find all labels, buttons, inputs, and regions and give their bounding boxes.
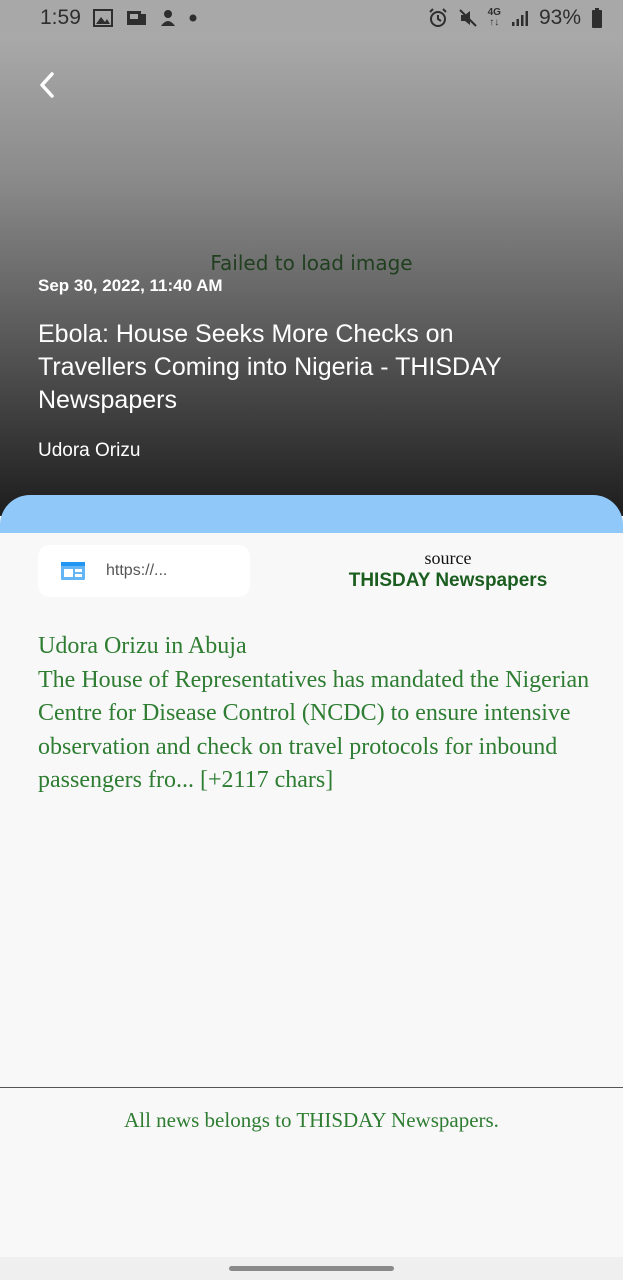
article-author: Udora Orizu: [38, 440, 141, 461]
device-icon: [125, 8, 147, 28]
attribution-note: All news belongs to THISDAY Newspapers.: [124, 1108, 499, 1132]
chevron-left-icon: [40, 72, 54, 98]
status-time: 1:59: [40, 6, 81, 29]
article-sheet: https://... source THISDAY Newspapers Ud…: [0, 533, 623, 1257]
article-paragraph: Udora Orizu in Abuja: [38, 633, 247, 659]
back-button[interactable]: [30, 68, 64, 102]
image-error-text: Failed to load image: [210, 251, 413, 275]
web-page-icon: [61, 562, 85, 580]
more-notifications-dot-icon: [189, 14, 197, 22]
source-name: THISDAY Newspapers: [348, 570, 548, 591]
article-date: Sep 30, 2022, 11:40 AM: [38, 276, 223, 295]
home-indicator[interactable]: [229, 1266, 394, 1271]
battery-icon: [591, 8, 603, 28]
article-title: Ebola: House Seeks More Checks on Travel…: [38, 320, 502, 414]
mute-icon: [458, 8, 478, 28]
signal-icon: [511, 9, 529, 27]
network-type-icon: 4G ↑↓: [487, 7, 501, 28]
open-url-button[interactable]: https://...: [38, 545, 250, 597]
app-icon: [159, 8, 177, 28]
system-nav-bar: [0, 1257, 623, 1280]
source-label: source: [424, 548, 472, 568]
battery-percent: 93%: [538, 6, 581, 29]
alarm-icon: [428, 8, 448, 28]
hero-header: Failed to load image Sep 30, 2022, 11:40…: [0, 36, 623, 516]
url-text: https://...: [106, 562, 168, 579]
gallery-icon: [92, 9, 113, 27]
status-bar: 1:59 4G ↑↓ 93%: [0, 0, 623, 36]
footer-divider: [0, 1087, 623, 1088]
article-paragraph: The House of Representatives has mandate…: [38, 666, 590, 794]
article-body: Udora Orizu in Abuja The House of Repres…: [38, 630, 593, 798]
